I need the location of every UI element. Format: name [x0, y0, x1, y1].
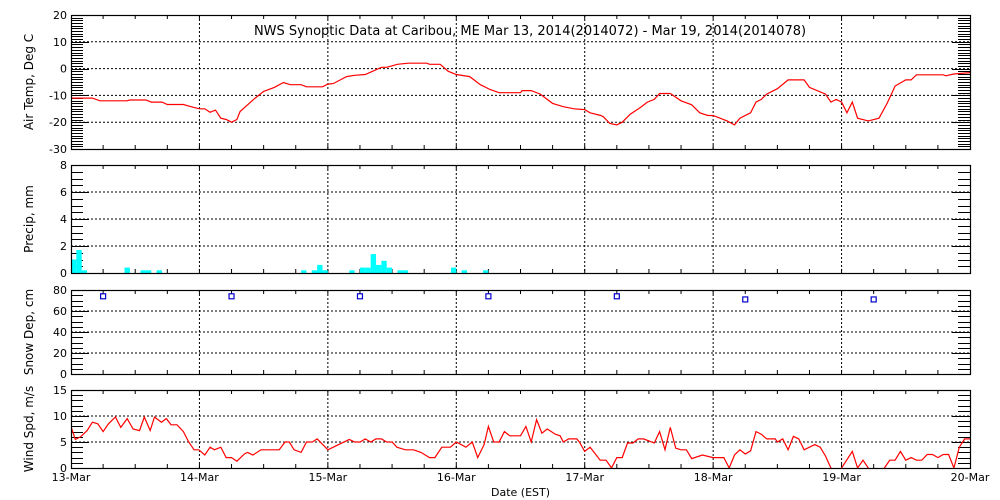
y-axis-label: Air Temp, Deg C: [22, 34, 36, 130]
y-tick-label: 15: [53, 384, 67, 397]
precip-bar: [76, 250, 82, 273]
snow-depth-point: [228, 293, 235, 300]
temp-series: [71, 62, 970, 126]
precip-bar: [461, 270, 467, 273]
chart-title: NWS Synoptic Data at Caribou, ME Mar 13,…: [254, 24, 806, 39]
y-tick-label: 40: [53, 326, 67, 339]
x-tick-label: 18-Mar: [694, 471, 733, 484]
temp-line: [71, 62, 970, 126]
y-tick-label: -20: [49, 116, 67, 129]
y-axis-label: Precip, mm: [22, 185, 36, 253]
precip-bar: [359, 267, 366, 273]
snow-panel: 0 20 40 60 80 Snow Dep, cm: [22, 284, 972, 381]
y-tick-label: 0: [60, 267, 67, 280]
precip-bar: [450, 267, 457, 273]
precip-bar: [145, 270, 152, 273]
x-tick-label: 17-Mar: [565, 471, 604, 484]
snow-series: [100, 293, 877, 303]
precip-bar: [402, 270, 409, 273]
precip-bar: [301, 270, 307, 273]
x-tick-label: 20-Mar: [951, 471, 990, 484]
panel-frame: [70, 389, 972, 470]
y-tick-label: 6: [60, 186, 67, 199]
precip-bar: [311, 270, 318, 273]
precip-panel: 0 2 4 6 8 Precip, mm: [22, 159, 972, 280]
y-tick-label: 20: [53, 347, 67, 360]
x-tick-label: 16-Mar: [437, 471, 476, 484]
precip-bar: [124, 267, 130, 273]
precip-bar: [317, 264, 323, 273]
precip-bar: [365, 267, 371, 273]
y-tick-label: 60: [53, 305, 67, 318]
y-axis-label: Wind Spd, m/s: [22, 386, 36, 472]
precip-bar: [386, 267, 393, 273]
snow-depth-point: [870, 296, 877, 303]
y-tick-label: 10: [53, 36, 67, 49]
y-tick-label: 0: [60, 63, 67, 76]
snow-depth-point: [742, 296, 749, 303]
y-tick-label: -10: [49, 89, 67, 102]
y-tick-label: 80: [53, 284, 67, 297]
y-tick-label: 20: [53, 9, 67, 22]
x-tick-label: 19-Mar: [822, 471, 861, 484]
x-axis-label: Date (EST): [491, 486, 550, 499]
y-tick-label: 2: [60, 240, 67, 253]
snow-depth-point: [613, 293, 620, 300]
temp-panel: -30 -20 -10 0 10 20 Air Temp, Deg C NWS Synopti…: [22, 9, 972, 156]
x-tick-label: 15-Mar: [308, 471, 347, 484]
snow-depth-point: [485, 293, 492, 300]
y-axis-label: Snow Dep, cm: [22, 289, 36, 375]
precip-bar: [322, 270, 328, 273]
precip-bar: [376, 264, 382, 273]
precip-bar: [483, 270, 489, 273]
nws-synoptic-chart: -30 -20 -10 0 10 20 Air Temp, Deg C NWS Synopti…: [0, 0, 1000, 500]
y-tick-label: -30: [49, 143, 67, 156]
precip-bar: [156, 270, 162, 273]
snow-depth-point: [356, 293, 364, 300]
precip-bar: [81, 270, 88, 273]
y-tick-label: 5: [60, 436, 67, 449]
y-tick-label: 4: [60, 213, 67, 226]
y-tick-label: 10: [53, 410, 67, 423]
precip-bar: [381, 260, 387, 273]
precip-bar: [349, 270, 355, 273]
y-tick-label: 8: [60, 159, 67, 172]
chart-canvas: -30-20-1001020Air Temp, Deg CNWS Synopti…: [22, 9, 990, 499]
precip-bar: [370, 254, 377, 273]
precip-series: [71, 250, 489, 273]
x-tick-label: 14-Mar: [180, 471, 219, 484]
wind-panel: 051015Wind Spd, m/s13-Mar 14-Mar 15-Mar 16-…: [22, 384, 990, 499]
snow-depth-point: [100, 293, 107, 300]
x-tick-label: 13-Mar: [52, 471, 91, 484]
y-tick-label: 0: [60, 368, 67, 381]
precip-bar: [397, 270, 403, 273]
precip-bar: [140, 270, 146, 273]
